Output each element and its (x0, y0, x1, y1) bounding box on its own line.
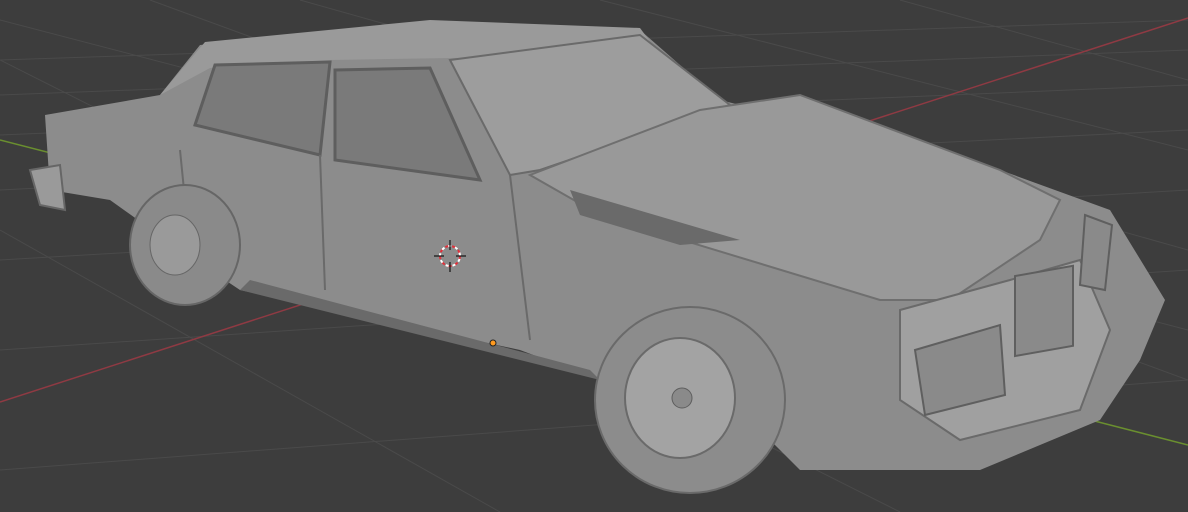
front-wheel[interactable] (594, 306, 786, 494)
3d-viewport[interactable] (0, 0, 1188, 512)
rear-wheel[interactable] (129, 184, 241, 306)
object-origin-dot[interactable] (489, 339, 497, 347)
viewport-canvas[interactable] (0, 0, 1188, 512)
